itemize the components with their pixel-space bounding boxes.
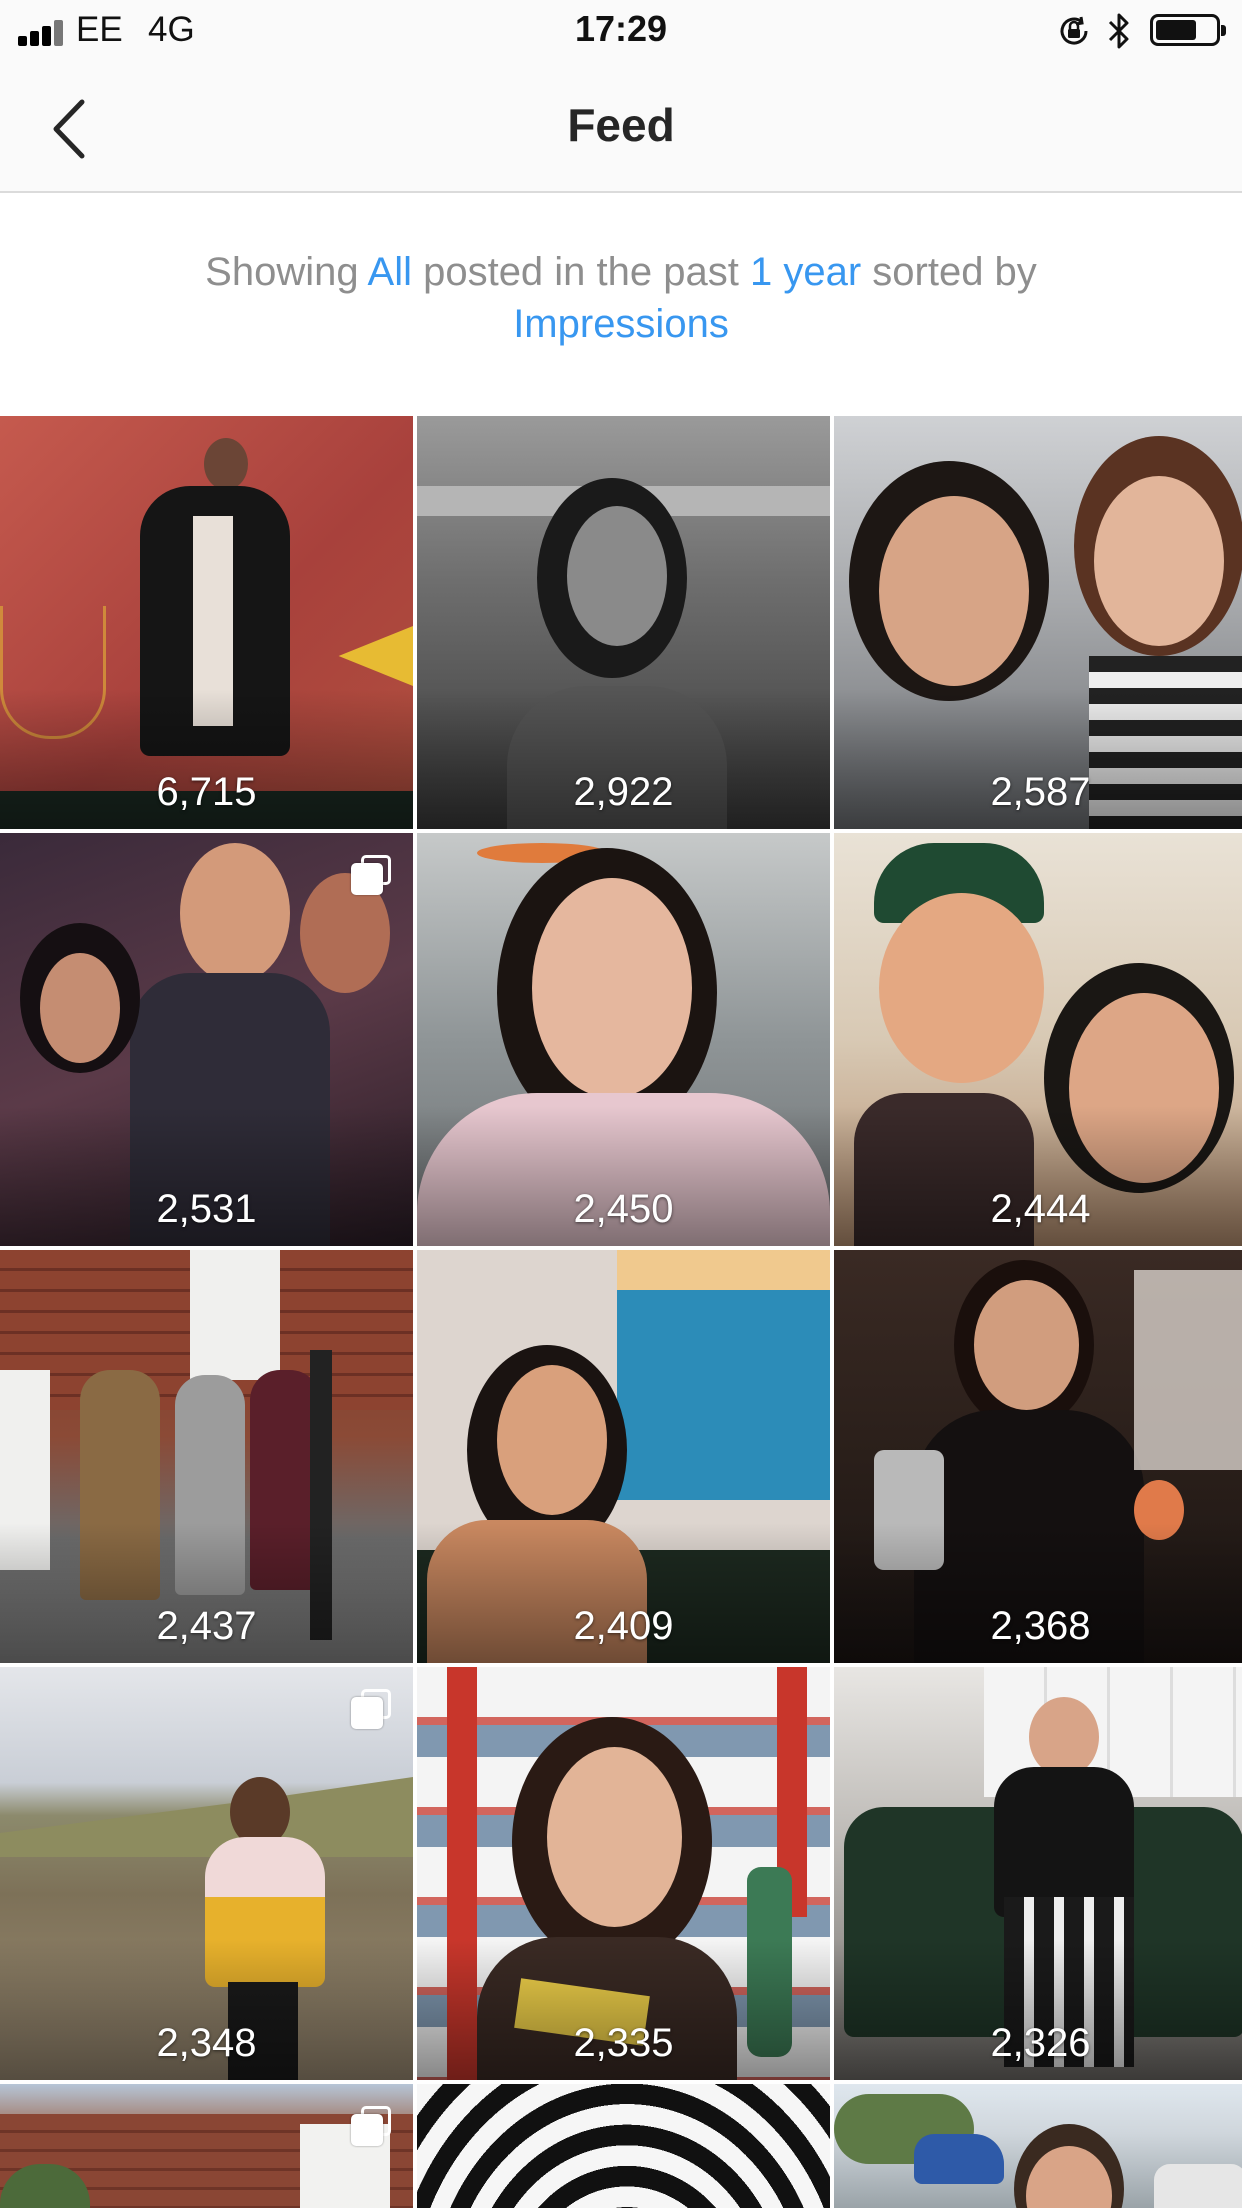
post-image-art <box>914 2134 1004 2184</box>
navigation-bar: Feed <box>0 62 1242 193</box>
post-impression-count: 2,326 <box>990 2021 1091 2065</box>
carousel-post-icon <box>351 2106 391 2146</box>
post-thumbnail[interactable] <box>0 2084 413 2208</box>
sort-metric-filter-link[interactable]: Impressions <box>513 302 729 346</box>
post-impression-count: 2,587 <box>990 770 1091 814</box>
post-image-art <box>338 626 413 686</box>
filter-middle: posted in the past <box>411 250 750 294</box>
post-thumbnail[interactable]: 2,368 <box>834 1250 1242 1663</box>
post-image-art <box>497 1365 607 1515</box>
post-thumbnail[interactable]: 2,587 <box>834 416 1242 829</box>
post-image-art <box>417 2084 830 2208</box>
bluetooth-icon <box>1108 13 1129 49</box>
post-image-art <box>0 1777 413 1857</box>
post-image-art <box>994 1767 1134 1917</box>
post-thumbnail[interactable]: 2,437 <box>0 1250 413 1663</box>
post-image-art <box>879 496 1029 686</box>
post-image-art <box>1154 2164 1242 2208</box>
post-thumbnail[interactable]: 2,531 <box>0 833 413 1246</box>
post-image-art <box>204 438 248 490</box>
post-impression-count: 2,437 <box>156 1604 257 1648</box>
content-type-filter-link[interactable]: All <box>368 250 412 294</box>
post-thumbnail[interactable]: 2,326 <box>834 1667 1242 2080</box>
post-impression-count: 2,450 <box>573 1187 674 1231</box>
status-bar: EE 4G 17:29 <box>0 0 1242 62</box>
post-image-art <box>1029 1697 1099 1777</box>
post-thumbnail[interactable] <box>834 2084 1242 2208</box>
post-image-art <box>879 893 1044 1083</box>
post-thumbnail[interactable]: 2,922 <box>417 416 830 829</box>
post-impression-count: 2,348 <box>156 2021 257 2065</box>
post-image-art <box>190 1250 280 1380</box>
post-thumbnail[interactable]: 2,409 <box>417 1250 830 1663</box>
post-thumbnail[interactable]: ​ 6,715 <box>0 416 413 829</box>
filter-summary: Showing All posted in the past 1 year so… <box>100 246 1142 350</box>
time-period-filter-link[interactable]: 1 year <box>750 250 861 294</box>
post-image-art <box>532 878 692 1098</box>
post-image-art <box>1094 476 1224 646</box>
post-impression-count: 2,922 <box>573 770 674 814</box>
post-thumbnail[interactable]: 2,335 <box>417 1667 830 2080</box>
battery-icon <box>1150 14 1226 46</box>
post-image-art <box>180 843 290 983</box>
post-grid: ​ 6,715 2,922 2,587 2,531 <box>0 416 1242 2208</box>
filter-suffix: sorted by <box>861 250 1037 294</box>
post-image-art <box>1134 1270 1242 1470</box>
filter-prefix: Showing <box>205 250 368 294</box>
post-impression-count: 2,444 <box>990 1187 1091 1231</box>
post-impression-count: 6,715 <box>156 770 257 814</box>
post-thumbnail[interactable]: 2,348 <box>0 1667 413 2080</box>
orientation-lock-icon <box>1060 16 1088 45</box>
post-image-art <box>40 953 120 1063</box>
post-thumbnail[interactable]: 2,450 <box>417 833 830 1246</box>
post-impression-count: 2,409 <box>573 1604 674 1648</box>
post-thumbnail[interactable]: 2,444 <box>834 833 1242 1246</box>
post-thumbnail[interactable] <box>417 2084 830 2208</box>
post-image-art <box>547 1747 682 1927</box>
post-image-art <box>617 1250 830 1290</box>
carousel-post-icon <box>351 855 391 895</box>
carousel-post-icon <box>351 1689 391 1729</box>
post-image-art <box>567 506 667 646</box>
post-image-art <box>974 1280 1079 1410</box>
post-impression-count: 2,368 <box>990 1604 1091 1648</box>
page-title: Feed <box>567 99 675 151</box>
post-impression-count: 2,531 <box>156 1187 257 1231</box>
post-impression-count: 2,335 <box>573 2021 674 2065</box>
